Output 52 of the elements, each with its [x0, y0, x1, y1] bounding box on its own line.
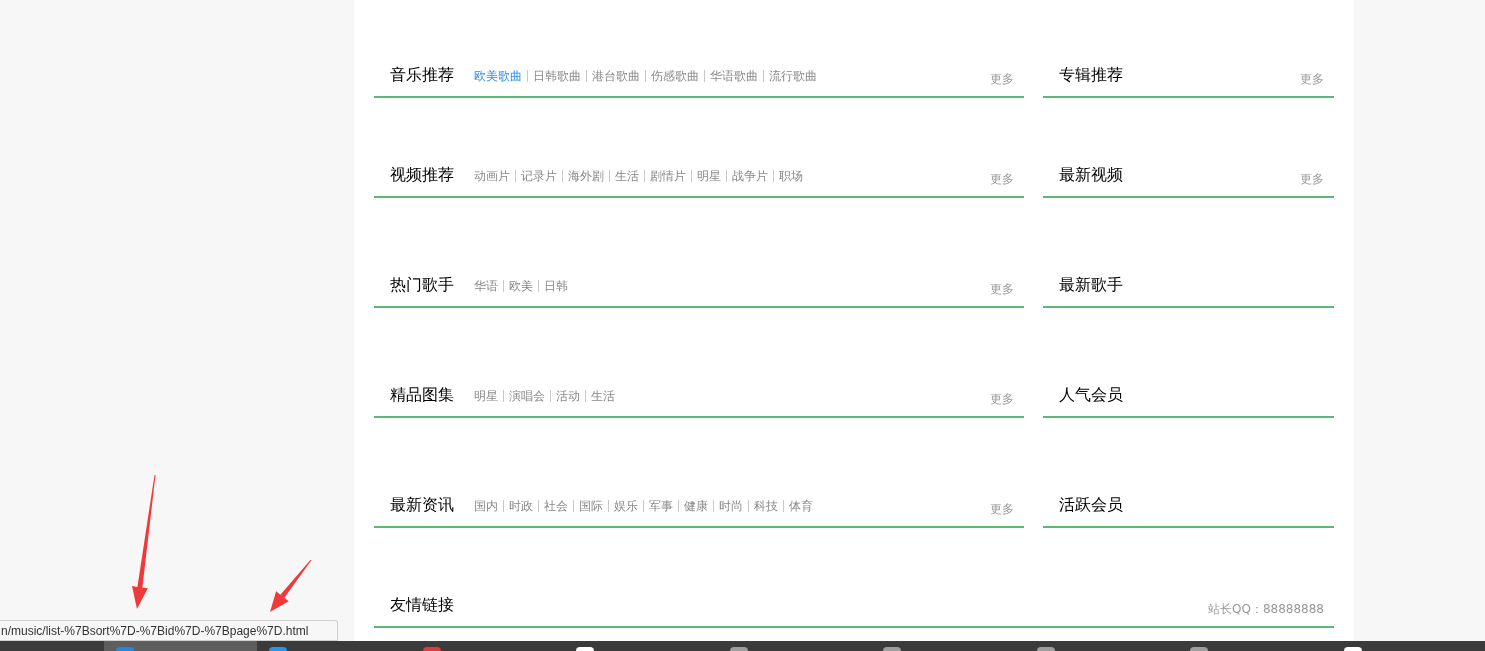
more-link[interactable]: 更多	[990, 171, 1014, 187]
category-link[interactable]: 娱乐	[614, 498, 638, 514]
category-link[interactable]: 欧美歌曲	[474, 68, 522, 84]
category-link[interactable]: 生活	[591, 388, 615, 404]
category-link[interactable]: 国内	[474, 498, 498, 514]
category-link[interactable]: 记录片	[521, 168, 557, 184]
category-link[interactable]: 动画片	[474, 168, 510, 184]
category-link[interactable]: 活动	[556, 388, 580, 404]
more-link[interactable]: 更多	[990, 281, 1014, 297]
category-link[interactable]: 伤感歌曲	[651, 68, 699, 84]
link-url: n/music/list-%7Bsort%7D-%7Bid%7D-%7Bpage%7D.html	[0, 622, 309, 639]
more-link[interactable]: 更多	[1300, 71, 1324, 87]
annotation-arrow	[270, 559, 312, 613]
category-link[interactable]: 健康	[684, 498, 708, 514]
category-link[interactable]: 华语歌曲	[710, 68, 758, 84]
contact-text: 站长QQ：88888888	[1208, 601, 1324, 617]
more-link[interactable]: 更多	[990, 71, 1014, 87]
category-link[interactable]: 时尚	[719, 498, 743, 514]
category-link[interactable]: 明星	[474, 388, 498, 404]
section-title: 人气会员	[1059, 385, 1123, 405]
category-link[interactable]: 军事	[649, 498, 673, 514]
section-title: 音乐推荐	[390, 65, 454, 85]
category-link[interactable]: 日韩歌曲	[533, 68, 581, 84]
category-link[interactable]: 明星	[697, 168, 721, 184]
more-link[interactable]: 更多	[1300, 171, 1324, 187]
category-link[interactable]: 职场	[779, 168, 803, 184]
category-link[interactable]: 生活	[615, 168, 639, 184]
section-title: 友情链接	[390, 595, 454, 615]
section-title: 视频推荐	[390, 165, 454, 185]
more-link[interactable]: 更多	[990, 501, 1014, 517]
section-title: 热门歌手	[390, 275, 454, 295]
category-link[interactable]: 港台歌曲	[592, 68, 640, 84]
section-title: 最新资讯	[390, 495, 454, 515]
section-title: 最新视频	[1059, 165, 1123, 185]
section-title: 专辑推荐	[1059, 65, 1123, 85]
category-link[interactable]: 时政	[509, 498, 533, 514]
category-link[interactable]: 国际	[579, 498, 603, 514]
category-link[interactable]: 科技	[754, 498, 778, 514]
category-link[interactable]: 华语	[474, 278, 498, 294]
category-link[interactable]: 演唱会	[509, 388, 545, 404]
category-link[interactable]: 日韩	[544, 278, 568, 294]
section-title: 精品图集	[390, 385, 454, 405]
section-title: 最新歌手	[1059, 275, 1123, 295]
category-link[interactable]: 流行歌曲	[769, 68, 817, 84]
section-title: 活跃会员	[1059, 495, 1123, 515]
category-link[interactable]: 体育	[789, 498, 813, 514]
category-link[interactable]: 社会	[544, 498, 568, 514]
category-link[interactable]: 战争片	[732, 168, 768, 184]
category-link[interactable]: 剧情片	[650, 168, 686, 184]
more-link[interactable]: 更多	[990, 391, 1014, 407]
category-link[interactable]: 海外剧	[568, 168, 604, 184]
category-link[interactable]: 欧美	[509, 278, 533, 294]
